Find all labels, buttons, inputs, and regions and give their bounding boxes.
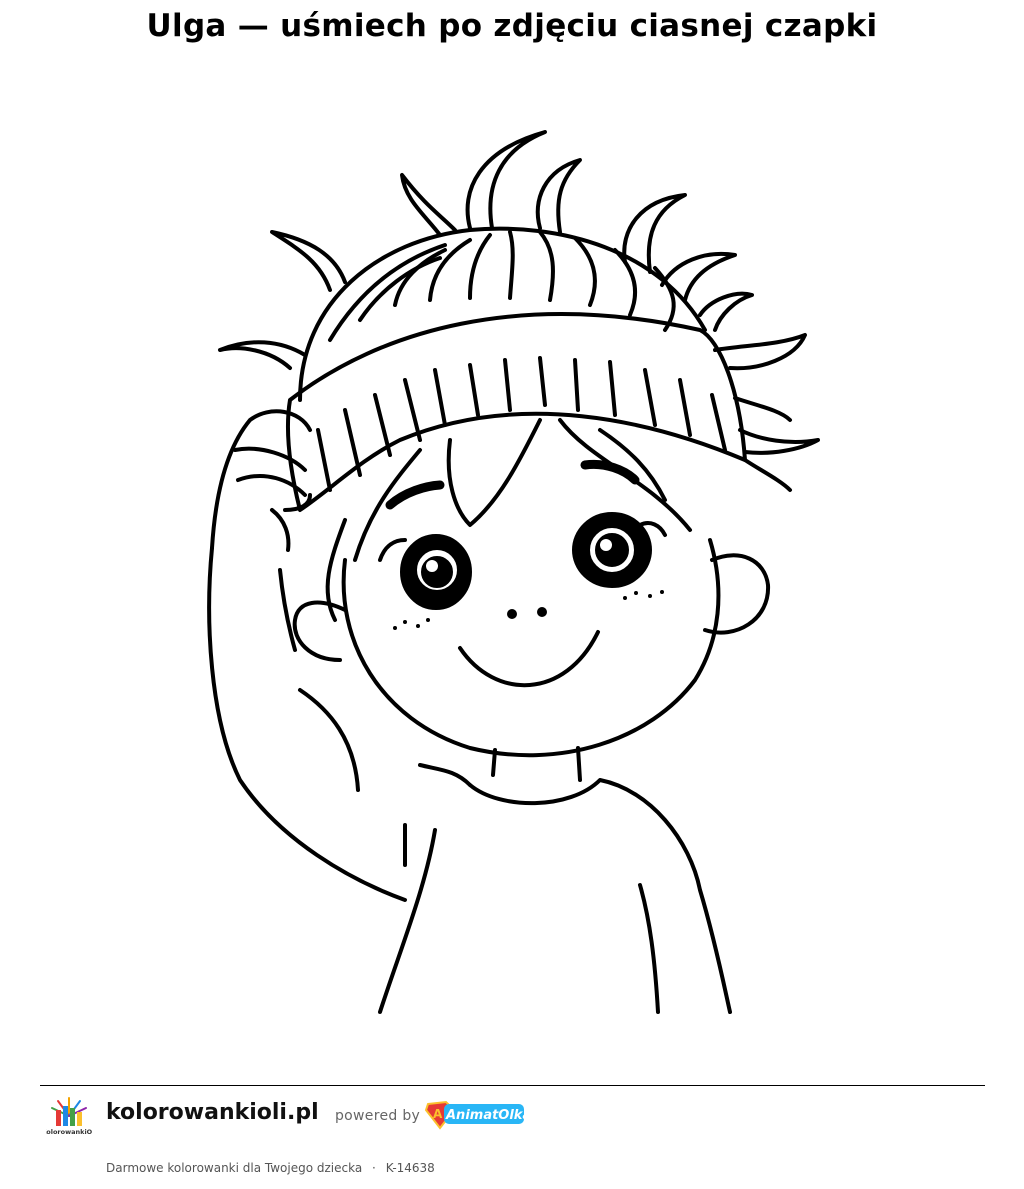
- raised-arm: [207, 409, 407, 902]
- separator: ·: [372, 1161, 376, 1175]
- shirt: [378, 746, 732, 1014]
- kolorowanki-oli-logo-icon[interactable]: KolorowankiOli: [46, 1094, 92, 1140]
- left-ear: [292, 600, 347, 662]
- animatolka-logo-icon[interactable]: A AnimatOlka: [424, 1098, 528, 1132]
- site-name[interactable]: kolorowankioli.pl: [106, 1100, 319, 1125]
- svg-text:AnimatOlka: AnimatOlka: [445, 1108, 528, 1123]
- face: [325, 418, 721, 758]
- page-code: K-14638: [385, 1161, 435, 1175]
- footer-divider: [40, 1085, 985, 1086]
- powered-by-label: powered by: [335, 1108, 421, 1124]
- footer-tagline: Darmowe kolorowanki dla Twojego dziecka …: [106, 1161, 435, 1175]
- tagline-text: Darmowe kolorowanki dla Twojego dziecka: [106, 1161, 363, 1175]
- svg-text:A: A: [433, 1107, 443, 1121]
- coloring-illustration: [207, 130, 820, 1014]
- hair-strands: [218, 130, 820, 492]
- page-title: Ulga — uśmiech po zdjęciu ciasnej czapki: [146, 8, 878, 44]
- svg-text:KolorowankiOli: KolorowankiOli: [46, 1128, 92, 1136]
